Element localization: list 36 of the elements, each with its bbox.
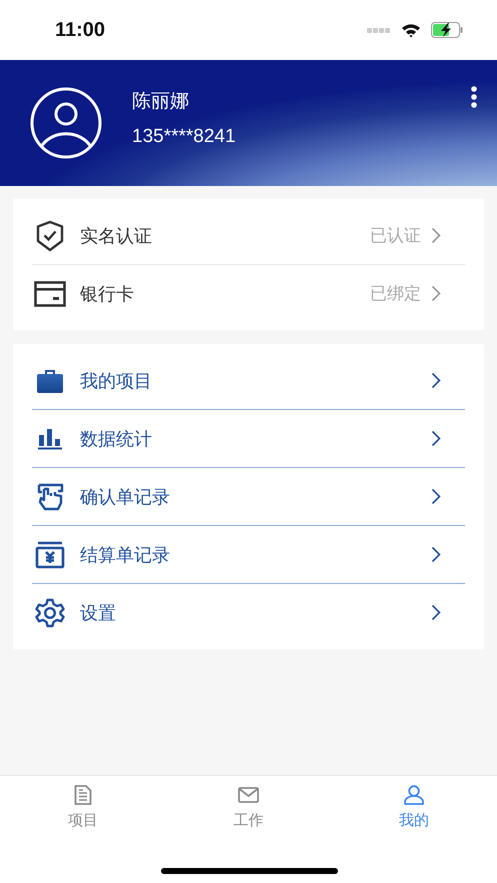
tab[interactable]: 我的 xyxy=(331,776,497,830)
menu-item-label[interactable]: 设置 xyxy=(80,600,431,624)
person-icon xyxy=(403,785,426,805)
tab-label: 我的 xyxy=(399,811,430,830)
tab-label: 项目 xyxy=(68,811,98,830)
menu-item-label[interactable]: 银行卡 xyxy=(80,282,370,306)
status-text: 已认证 xyxy=(370,225,421,247)
document-icon xyxy=(74,785,92,805)
wifi-icon xyxy=(401,22,421,38)
menu-item-label[interactable]: 确认单记录 xyxy=(80,484,431,508)
chevron-icon xyxy=(431,488,441,505)
more-icon[interactable] xyxy=(471,86,477,108)
chevron-icon xyxy=(431,546,441,563)
settings-icon xyxy=(35,598,65,628)
bar-chart-icon xyxy=(37,428,63,450)
menu-item-label[interactable]: 我的项目 xyxy=(80,368,431,392)
battery-charging-icon xyxy=(431,22,463,38)
yen-receipt-icon xyxy=(35,540,65,568)
phone-number: 135****8241 xyxy=(132,126,236,148)
chevron-icon xyxy=(431,285,441,302)
chevron-icon xyxy=(431,227,441,244)
menu-item-label[interactable]: 数据统计 xyxy=(80,426,431,450)
shield-check-icon xyxy=(36,220,64,252)
bank-card-icon xyxy=(34,280,66,306)
avatar-icon xyxy=(30,87,102,159)
tab-label: 工作 xyxy=(234,811,264,830)
menu-item-label[interactable]: 实名认证 xyxy=(80,224,370,248)
menu-item-label[interactable]: 结算单记录 xyxy=(80,542,431,566)
chevron-icon xyxy=(431,372,441,389)
mail-icon xyxy=(238,787,259,803)
chevron-icon xyxy=(431,604,441,621)
user-name: 陈丽娜 xyxy=(132,90,190,114)
status-time: 11:00 xyxy=(55,18,106,42)
signal-icon xyxy=(367,28,391,32)
status-text: 已绑定 xyxy=(370,283,421,305)
chevron-icon xyxy=(431,430,441,447)
